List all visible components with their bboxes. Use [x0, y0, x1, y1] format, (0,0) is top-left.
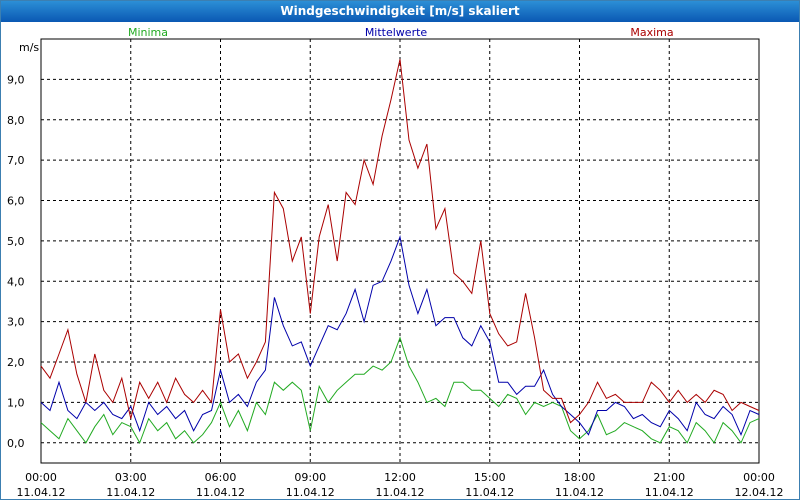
chart-svg: 0,0 1,0 2,0 3,0 4,0 5,0 6,0 7,0 8,0 9,0 m/s 00:00 11… [7, 26, 784, 499]
legend-minima: Minima [128, 26, 168, 39]
y-tick-label: 1,0 [7, 396, 25, 409]
y-tick-label: 2,0 [7, 356, 25, 369]
y-tick-label: 4,0 [7, 275, 25, 288]
y-tick-label: 6,0 [7, 195, 25, 208]
y-tick-label: 5,0 [7, 235, 25, 248]
legend-maxima: Maxima [630, 26, 673, 39]
y-tick-label: 8,0 [7, 114, 25, 127]
x-tick-time: 18:00 [564, 471, 596, 484]
x-tick-time: 21:00 [653, 471, 685, 484]
x-tick-date: 11.04.12 [645, 486, 694, 499]
x-tick-time: 09:00 [294, 471, 326, 484]
x-tick-date: 11.04.12 [376, 486, 425, 499]
x-tick-date: 11.04.12 [286, 486, 335, 499]
x-tick-date: 11.04.12 [465, 486, 514, 499]
x-tick-time: 00:00 [743, 471, 775, 484]
x-tick-date: 12.04.12 [735, 486, 784, 499]
y-tick-label: 9,0 [7, 73, 25, 86]
x-tick-time: 12:00 [384, 471, 416, 484]
x-tick-time: 06:00 [205, 471, 237, 484]
x-tick-date: 11.04.12 [106, 486, 155, 499]
y-tick-label: 0,0 [7, 437, 25, 450]
x-tick-time: 03:00 [115, 471, 147, 484]
x-tick-date: 11.04.12 [196, 486, 245, 499]
y-tick-label: 7,0 [7, 154, 25, 167]
x-tick-date: 11.04.12 [17, 486, 66, 499]
x-tick-time: 15:00 [474, 471, 506, 484]
chart-window: Windgeschwindigkeit [m/s] skaliert 0,0 1,… [0, 0, 800, 500]
x-tick-date: 11.04.12 [555, 486, 604, 499]
legend-mittelwerte: Mittelwerte [365, 26, 428, 39]
y-tick-label: 3,0 [7, 316, 25, 329]
y-axis-label: m/s [19, 41, 39, 54]
x-tick-time: 00:00 [25, 471, 57, 484]
